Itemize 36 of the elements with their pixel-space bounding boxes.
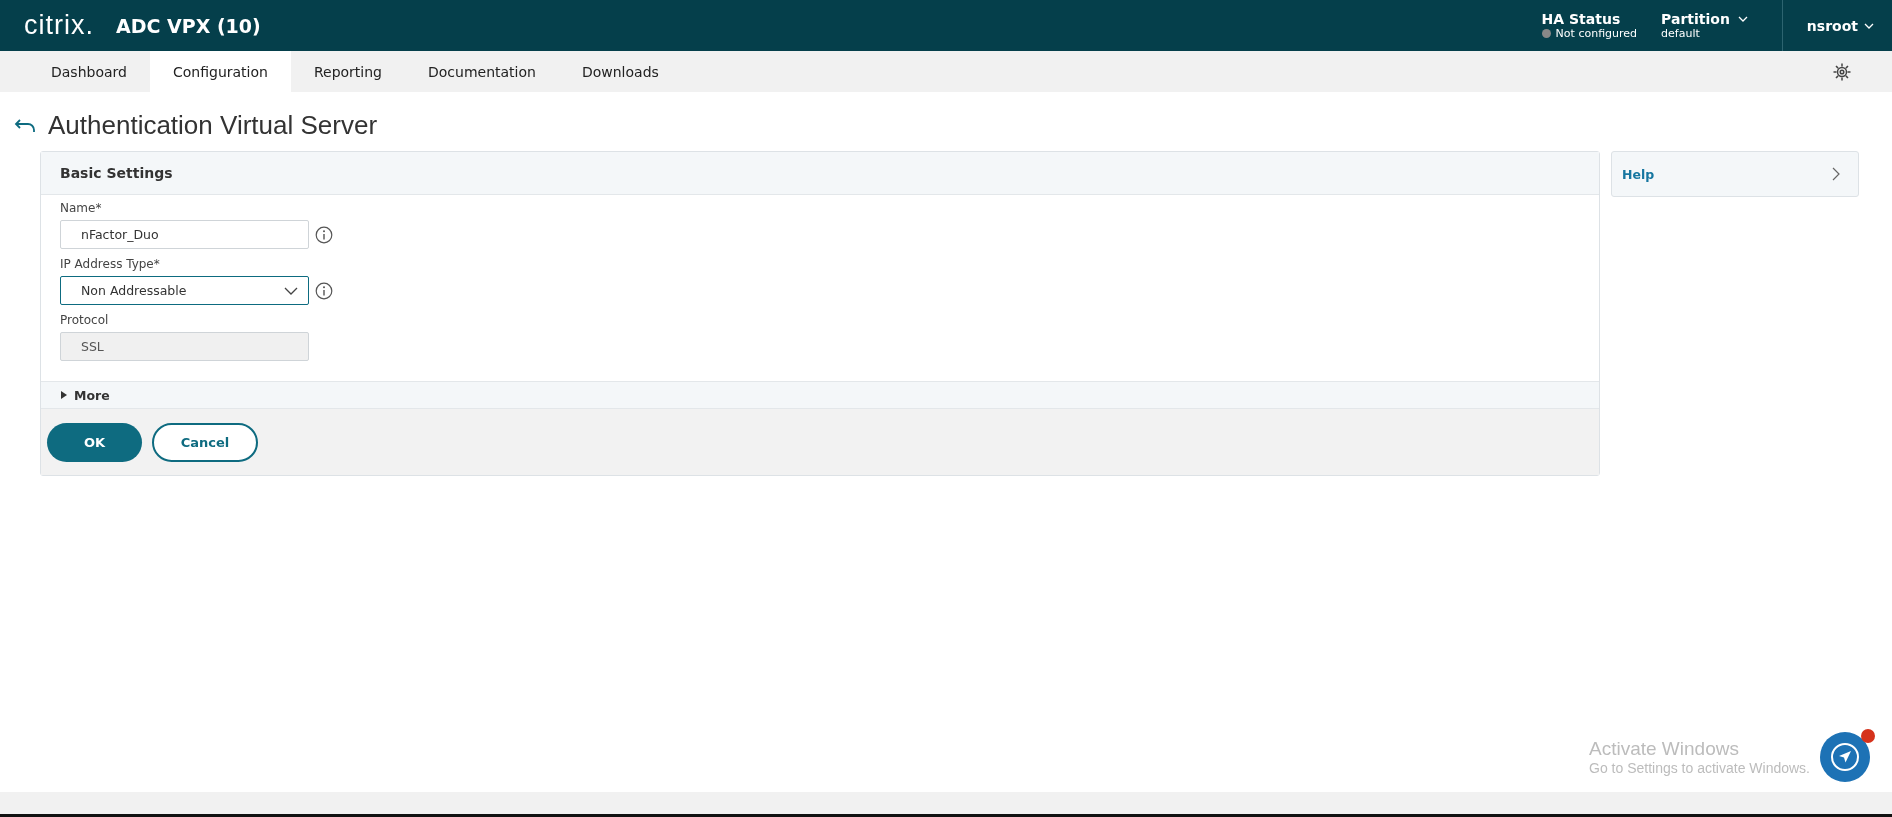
nav-tab[interactable]: Reporting — [290, 51, 405, 92]
field-label: IP Address Type* — [60, 257, 161, 271]
back-arrow-icon[interactable] — [14, 117, 38, 134]
page-title: Authentication Virtual Server — [48, 110, 378, 141]
info-icon[interactable] — [315, 281, 333, 300]
cancel-button[interactable]: Cancel — [152, 422, 258, 462]
ha-status-label: HA Status — [1541, 11, 1622, 27]
nav-tab[interactable]: Documentation — [405, 51, 559, 92]
nav-tab[interactable]: Dashboard — [28, 51, 150, 92]
input-field[interactable]: nFactor_Duo — [60, 220, 309, 249]
info-icon[interactable] — [315, 225, 333, 244]
input-field: SSL — [60, 332, 309, 361]
panel-title: Basic Settings — [60, 165, 173, 181]
logo: citrix. — [24, 10, 94, 41]
chevron-down-icon[interactable] — [284, 286, 298, 295]
caret-icon[interactable] — [60, 391, 68, 399]
notification-dot — [1861, 729, 1875, 743]
settings-icon[interactable] — [1832, 61, 1852, 82]
status-dot — [1541, 29, 1551, 38]
help-panel[interactable]: Help — [1611, 151, 1859, 197]
partition-value: default — [1661, 27, 1701, 40]
navigation-button[interactable] — [1820, 732, 1870, 782]
chevron-right-icon[interactable] — [1832, 167, 1840, 181]
partition-label[interactable]: Partition — [1661, 11, 1730, 27]
activation-title: Activate Windows — [1589, 738, 1740, 760]
activation-text: Go to Settings to activate Windows. — [1589, 760, 1810, 776]
field-label: Protocol — [60, 313, 110, 327]
nav-tab[interactable]: Configuration — [149, 51, 291, 92]
ok-button[interactable]: OK — [47, 422, 142, 462]
product-name: ADC VPX (10) — [116, 14, 261, 37]
nav-tab[interactable]: Downloads — [558, 51, 682, 92]
select-field[interactable]: Non Addressable — [60, 276, 309, 305]
ha-status-value: Not configured — [1555, 27, 1638, 40]
more-toggle[interactable]: More — [41, 381, 1599, 409]
field-label: Name* — [60, 201, 103, 215]
user-menu[interactable]: nsroot — [1806, 17, 1858, 34]
